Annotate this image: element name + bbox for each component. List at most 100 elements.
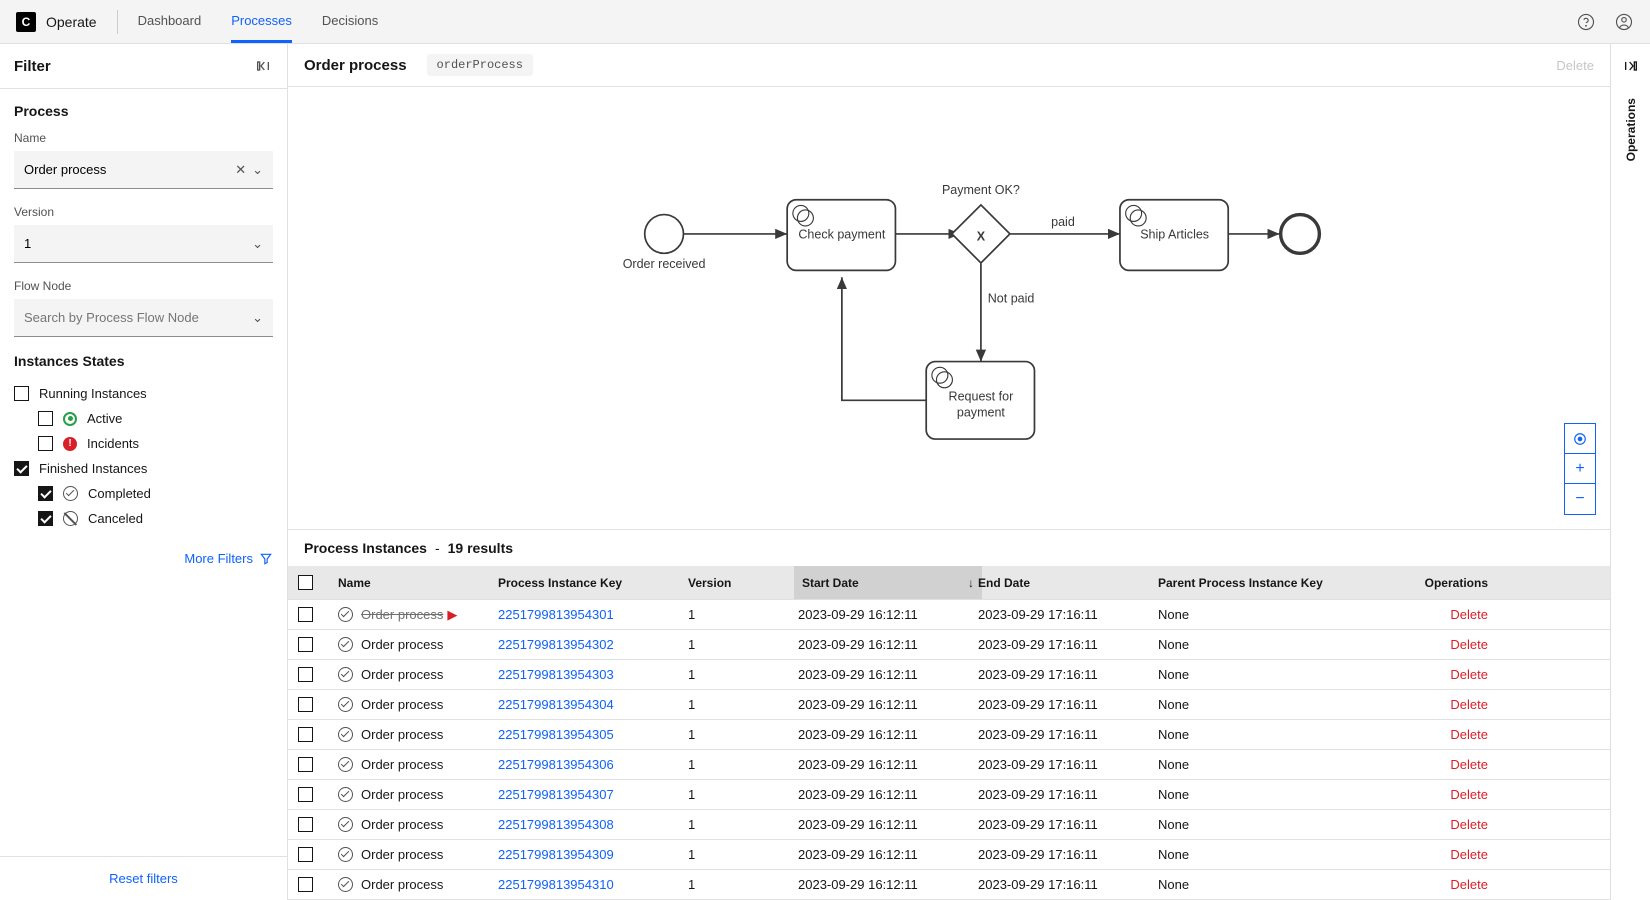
row-end: 2023-09-29 17:16:11 (978, 727, 1158, 742)
finished-instances-checkbox[interactable]: Finished Instances (14, 456, 273, 481)
table-row[interactable]: Order process 2251799813954310 1 2023-09… (288, 870, 1610, 900)
delete-instance-button[interactable]: Delete (1388, 817, 1488, 832)
row-checkbox[interactable] (298, 697, 313, 712)
delete-instance-button[interactable]: Delete (1388, 607, 1488, 622)
completed-status-icon (338, 847, 353, 862)
active-label: Active (87, 411, 122, 426)
checkbox-icon (38, 486, 53, 501)
row-checkbox[interactable] (298, 667, 313, 682)
zoom-reset-button[interactable] (1565, 424, 1595, 454)
instances-table-section: Process Instances - 19 results Name Proc… (288, 529, 1610, 900)
delete-definition-button[interactable]: Delete (1556, 58, 1594, 73)
active-checkbox[interactable]: Active (14, 406, 273, 431)
table-row[interactable]: Order process 2251799813954304 1 2023-09… (288, 690, 1610, 720)
chevron-down-icon[interactable]: ⌄ (252, 236, 263, 252)
table-row[interactable]: Order process 2251799813954307 1 2023-09… (288, 780, 1610, 810)
completed-checkbox[interactable]: Completed (14, 481, 273, 506)
instance-key-link[interactable]: 2251799813954308 (498, 817, 688, 832)
col-start-date[interactable]: Start Date↓ (794, 566, 982, 599)
nav-decisions[interactable]: Decisions (322, 1, 378, 43)
end-event-node[interactable] (1281, 215, 1320, 254)
delete-instance-button[interactable]: Delete (1388, 847, 1488, 862)
col-version[interactable]: Version (688, 576, 798, 590)
col-key[interactable]: Process Instance Key (498, 576, 688, 590)
nav-processes[interactable]: Processes (231, 1, 292, 43)
row-parent: None (1158, 607, 1388, 622)
user-icon[interactable] (1614, 12, 1634, 32)
completed-status-icon (338, 787, 353, 802)
chevron-down-icon[interactable]: ⌄ (252, 310, 263, 326)
table-row[interactable]: Order process 2251799813954309 1 2023-09… (288, 840, 1610, 870)
chevron-down-icon[interactable]: ⌄ (252, 162, 263, 178)
row-name: Order process (361, 667, 443, 682)
expand-rail-icon[interactable] (1623, 58, 1639, 74)
delete-instance-button[interactable]: Delete (1388, 787, 1488, 802)
instance-key-link[interactable]: 2251799813954303 (498, 667, 688, 682)
row-checkbox[interactable] (298, 727, 313, 742)
instance-key-link[interactable]: 2251799813954307 (498, 787, 688, 802)
table-row[interactable]: Order process▶ 2251799813954301 1 2023-0… (288, 600, 1610, 630)
flownode-select[interactable]: ⌄ (14, 299, 273, 337)
instance-key-link[interactable]: 2251799813954305 (498, 727, 688, 742)
reset-filters-link[interactable]: Reset filters (0, 856, 287, 900)
checkbox-icon (14, 386, 29, 401)
request-payment-label-1: Request for (949, 389, 1014, 403)
row-start: 2023-09-29 16:12:11 (798, 727, 978, 742)
name-input[interactable] (24, 162, 229, 177)
table-header: Name Process Instance Key Version Start … (288, 566, 1610, 600)
completed-status-icon (338, 697, 353, 712)
row-checkbox[interactable] (298, 817, 313, 832)
instance-key-link[interactable]: 2251799813954309 (498, 847, 688, 862)
name-select[interactable]: ✕ ⌄ (14, 151, 273, 189)
zoom-in-button[interactable]: + (1565, 454, 1595, 484)
col-parent[interactable]: Parent Process Instance Key (1158, 576, 1388, 590)
row-checkbox[interactable] (298, 787, 313, 802)
instance-key-link[interactable]: 2251799813954304 (498, 697, 688, 712)
row-start: 2023-09-29 16:12:11 (798, 787, 978, 802)
flownode-input[interactable] (24, 310, 246, 325)
nav-dashboard[interactable]: Dashboard (138, 1, 202, 43)
request-payment-label-2: payment (957, 405, 1006, 419)
start-event-node[interactable] (645, 215, 684, 254)
table-row[interactable]: Order process 2251799813954305 1 2023-09… (288, 720, 1610, 750)
canceled-checkbox[interactable]: Canceled (14, 506, 273, 531)
select-all-checkbox[interactable] (298, 575, 313, 590)
col-name[interactable]: Name (338, 576, 498, 590)
incidents-checkbox[interactable]: ! Incidents (14, 431, 273, 456)
delete-instance-button[interactable]: Delete (1388, 727, 1488, 742)
version-select[interactable]: ⌄ (14, 225, 273, 263)
table-row[interactable]: Order process 2251799813954302 1 2023-09… (288, 630, 1610, 660)
instance-key-link[interactable]: 2251799813954306 (498, 757, 688, 772)
bpmn-diagram[interactable]: Order received Check payment X Payment O… (288, 87, 1610, 529)
row-checkbox[interactable] (298, 757, 313, 772)
col-operations: Operations (1388, 576, 1488, 590)
more-filters-link[interactable]: More Filters (14, 551, 273, 566)
instance-key-link[interactable]: 2251799813954301 (498, 607, 688, 622)
table-row[interactable]: Order process 2251799813954303 1 2023-09… (288, 660, 1610, 690)
delete-instance-button[interactable]: Delete (1388, 667, 1488, 682)
table-row[interactable]: Order process 2251799813954308 1 2023-09… (288, 810, 1610, 840)
row-checkbox[interactable] (298, 877, 313, 892)
delete-instance-button[interactable]: Delete (1388, 697, 1488, 712)
delete-instance-button[interactable]: Delete (1388, 757, 1488, 772)
row-start: 2023-09-29 16:12:11 (798, 847, 978, 862)
zoom-out-button[interactable]: − (1565, 484, 1595, 514)
help-icon[interactable] (1576, 12, 1596, 32)
col-end-date[interactable]: End Date (978, 576, 1158, 590)
clear-icon[interactable]: ✕ (235, 162, 246, 178)
running-instances-checkbox[interactable]: Running Instances (14, 381, 273, 406)
row-checkbox[interactable] (298, 847, 313, 862)
instance-key-link[interactable]: 2251799813954302 (498, 637, 688, 652)
row-checkbox[interactable] (298, 637, 313, 652)
delete-instance-button[interactable]: Delete (1388, 637, 1488, 652)
ship-articles-label: Ship Articles (1140, 227, 1209, 241)
version-input[interactable] (24, 236, 246, 251)
collapse-sidebar-icon[interactable] (253, 56, 273, 76)
instance-key-link[interactable]: 2251799813954310 (498, 877, 688, 892)
delete-instance-button[interactable]: Delete (1388, 877, 1488, 892)
operations-rail[interactable]: Operations (1610, 44, 1650, 900)
table-row[interactable]: Order process 2251799813954306 1 2023-09… (288, 750, 1610, 780)
row-checkbox[interactable] (298, 607, 313, 622)
row-version: 1 (688, 727, 798, 742)
row-version: 1 (688, 757, 798, 772)
